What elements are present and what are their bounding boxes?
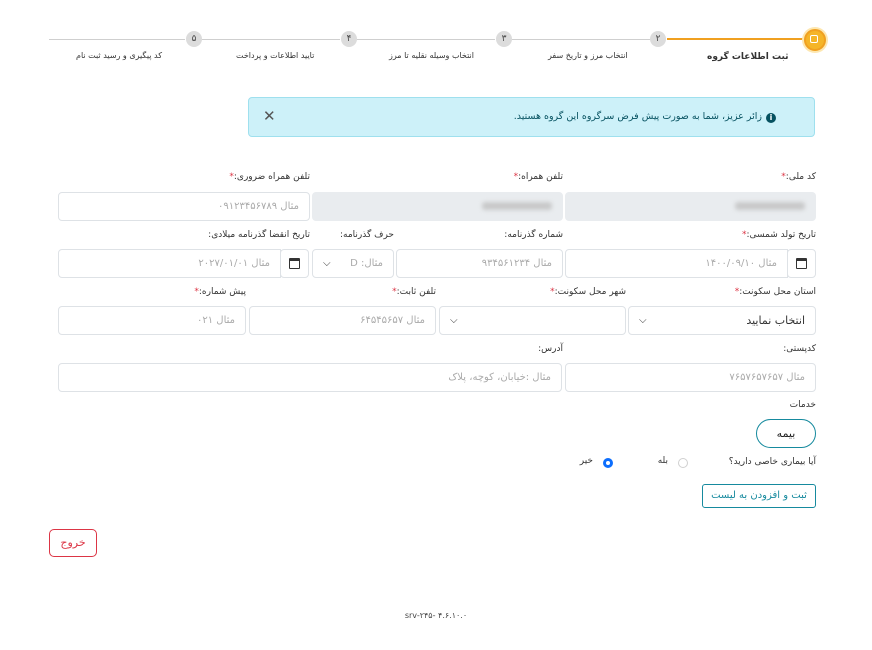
step-5-label: کد پیگیری و رسید ثبت نام <box>76 51 163 60</box>
mobile-value-redacted <box>482 202 552 210</box>
passport-number-label: شماره گذرنامه: <box>504 230 563 240</box>
stepper-line <box>512 39 650 40</box>
passport-letter-label: حرف گذرنامه: <box>340 230 394 240</box>
disease-no-label: خیر <box>579 456 593 466</box>
stepper-line-active <box>667 38 805 40</box>
national-code-field <box>565 192 816 221</box>
birth-date-field[interactable]: مثال ۱۴۰۰/۰۹/۱۰ <box>565 249 788 278</box>
calendar-icon <box>289 258 300 269</box>
step-1-label: ثبت اطلاعات گروه <box>707 52 789 62</box>
step-5-circle[interactable]: ۵ <box>186 31 202 47</box>
city-select[interactable]: ⌵ <box>439 306 626 335</box>
mobile-field <box>312 192 563 221</box>
version-footer: srv-۲۴۵- ۴.۶.۱۰.۰ <box>404 611 468 620</box>
calendar-icon <box>796 258 807 269</box>
info-icon: i <box>766 113 776 123</box>
address-label: آدرس: <box>538 344 563 354</box>
phone-label: تلفن ثابت:* <box>392 287 436 297</box>
stepper-line <box>357 39 495 40</box>
step-3-label: انتخاب وسیله نقلیه تا مرز <box>389 51 474 60</box>
alert-text: زائر عزیز، شما به صورت پیش فرض سرگروه ای… <box>513 111 762 122</box>
step-1-circle[interactable] <box>804 29 826 51</box>
step-3-circle[interactable]: ۳ <box>496 31 512 47</box>
alert-message: i زائر عزیز، شما به صورت پیش فرض سرگروه ا… <box>514 111 776 123</box>
step-2-label: انتخاب مرز و تاریخ سفر <box>548 51 628 60</box>
mobile-label: تلفن همراه:* <box>513 172 563 182</box>
postal-code-field[interactable]: مثال ۷۶۵۷۶۵۷۶۵۷ <box>565 363 816 392</box>
birth-date-calendar-button[interactable] <box>787 249 816 278</box>
birth-date-label: تاریخ تولد شمسی:* <box>741 230 816 240</box>
disease-question-label: آیا بیماری خاصی دارید؟ <box>728 457 816 467</box>
services-label: خدمات <box>789 400 816 410</box>
disease-yes-label: بله <box>657 456 668 466</box>
chevron-down-icon: ⌵ <box>323 258 331 269</box>
step-4-label: تایید اطلاعات و پرداخت <box>236 51 315 60</box>
emergency-mobile-label: تلفن همراه ضروری:* <box>229 172 310 182</box>
city-label: شهر محل سکونت:* <box>550 287 626 297</box>
national-code-label: کد ملی:* <box>781 172 816 182</box>
province-value: انتخاب نمایید <box>746 314 805 327</box>
chevron-down-icon: ⌵ <box>450 315 458 326</box>
disease-no-radio[interactable] <box>603 458 613 468</box>
national-code-value-redacted <box>735 202 805 210</box>
passport-expiry-calendar-button[interactable] <box>280 249 309 278</box>
leader-info-alert: i زائر عزیز، شما به صورت پیش فرض سرگروه ا… <box>248 97 815 137</box>
area-code-label: پیش شماره:* <box>194 287 246 297</box>
step-2-circle[interactable]: ۲ <box>650 31 666 47</box>
passport-number-field[interactable]: مثال ۹۳۴۵۶۱۲۳۴ <box>396 249 563 278</box>
close-icon[interactable]: ✕ <box>263 107 276 125</box>
province-select[interactable]: انتخاب نمایید ⌵ <box>628 306 816 335</box>
passport-letter-placeholder: مثال: D <box>350 258 383 269</box>
add-to-list-button[interactable]: ثبت و افزودن به لیست <box>702 484 816 508</box>
province-label: استان محل سکونت:* <box>734 287 816 297</box>
address-field[interactable]: مثال :خیابان، کوچه، پلاک <box>58 363 562 392</box>
postal-code-label: کدپستی: <box>783 344 816 354</box>
phone-field[interactable]: مثال ۶۴۵۴۵۶۵۷ <box>249 306 436 335</box>
passport-letter-select[interactable]: مثال: D ⌵ <box>312 249 394 278</box>
insurance-button[interactable]: بیمه <box>756 419 816 448</box>
passport-expiry-field[interactable]: مثال ۲۰۲۷/۰۱/۰۱ <box>58 249 281 278</box>
chevron-down-icon: ⌵ <box>639 315 647 326</box>
passport-expiry-label: تاریخ انقضا گذرنامه میلادی: <box>208 230 310 240</box>
stepper-line <box>49 39 185 40</box>
disease-yes-radio[interactable] <box>678 458 688 468</box>
step-1-icon <box>810 35 818 43</box>
exit-button[interactable]: خروج <box>49 529 97 557</box>
step-4-circle[interactable]: ۴ <box>341 31 357 47</box>
area-code-field[interactable]: مثال ۰۲۱ <box>58 306 246 335</box>
stepper-line <box>202 39 340 40</box>
emergency-mobile-field[interactable]: مثال ۰۹۱۲۳۴۵۶۷۸۹ <box>58 192 310 221</box>
